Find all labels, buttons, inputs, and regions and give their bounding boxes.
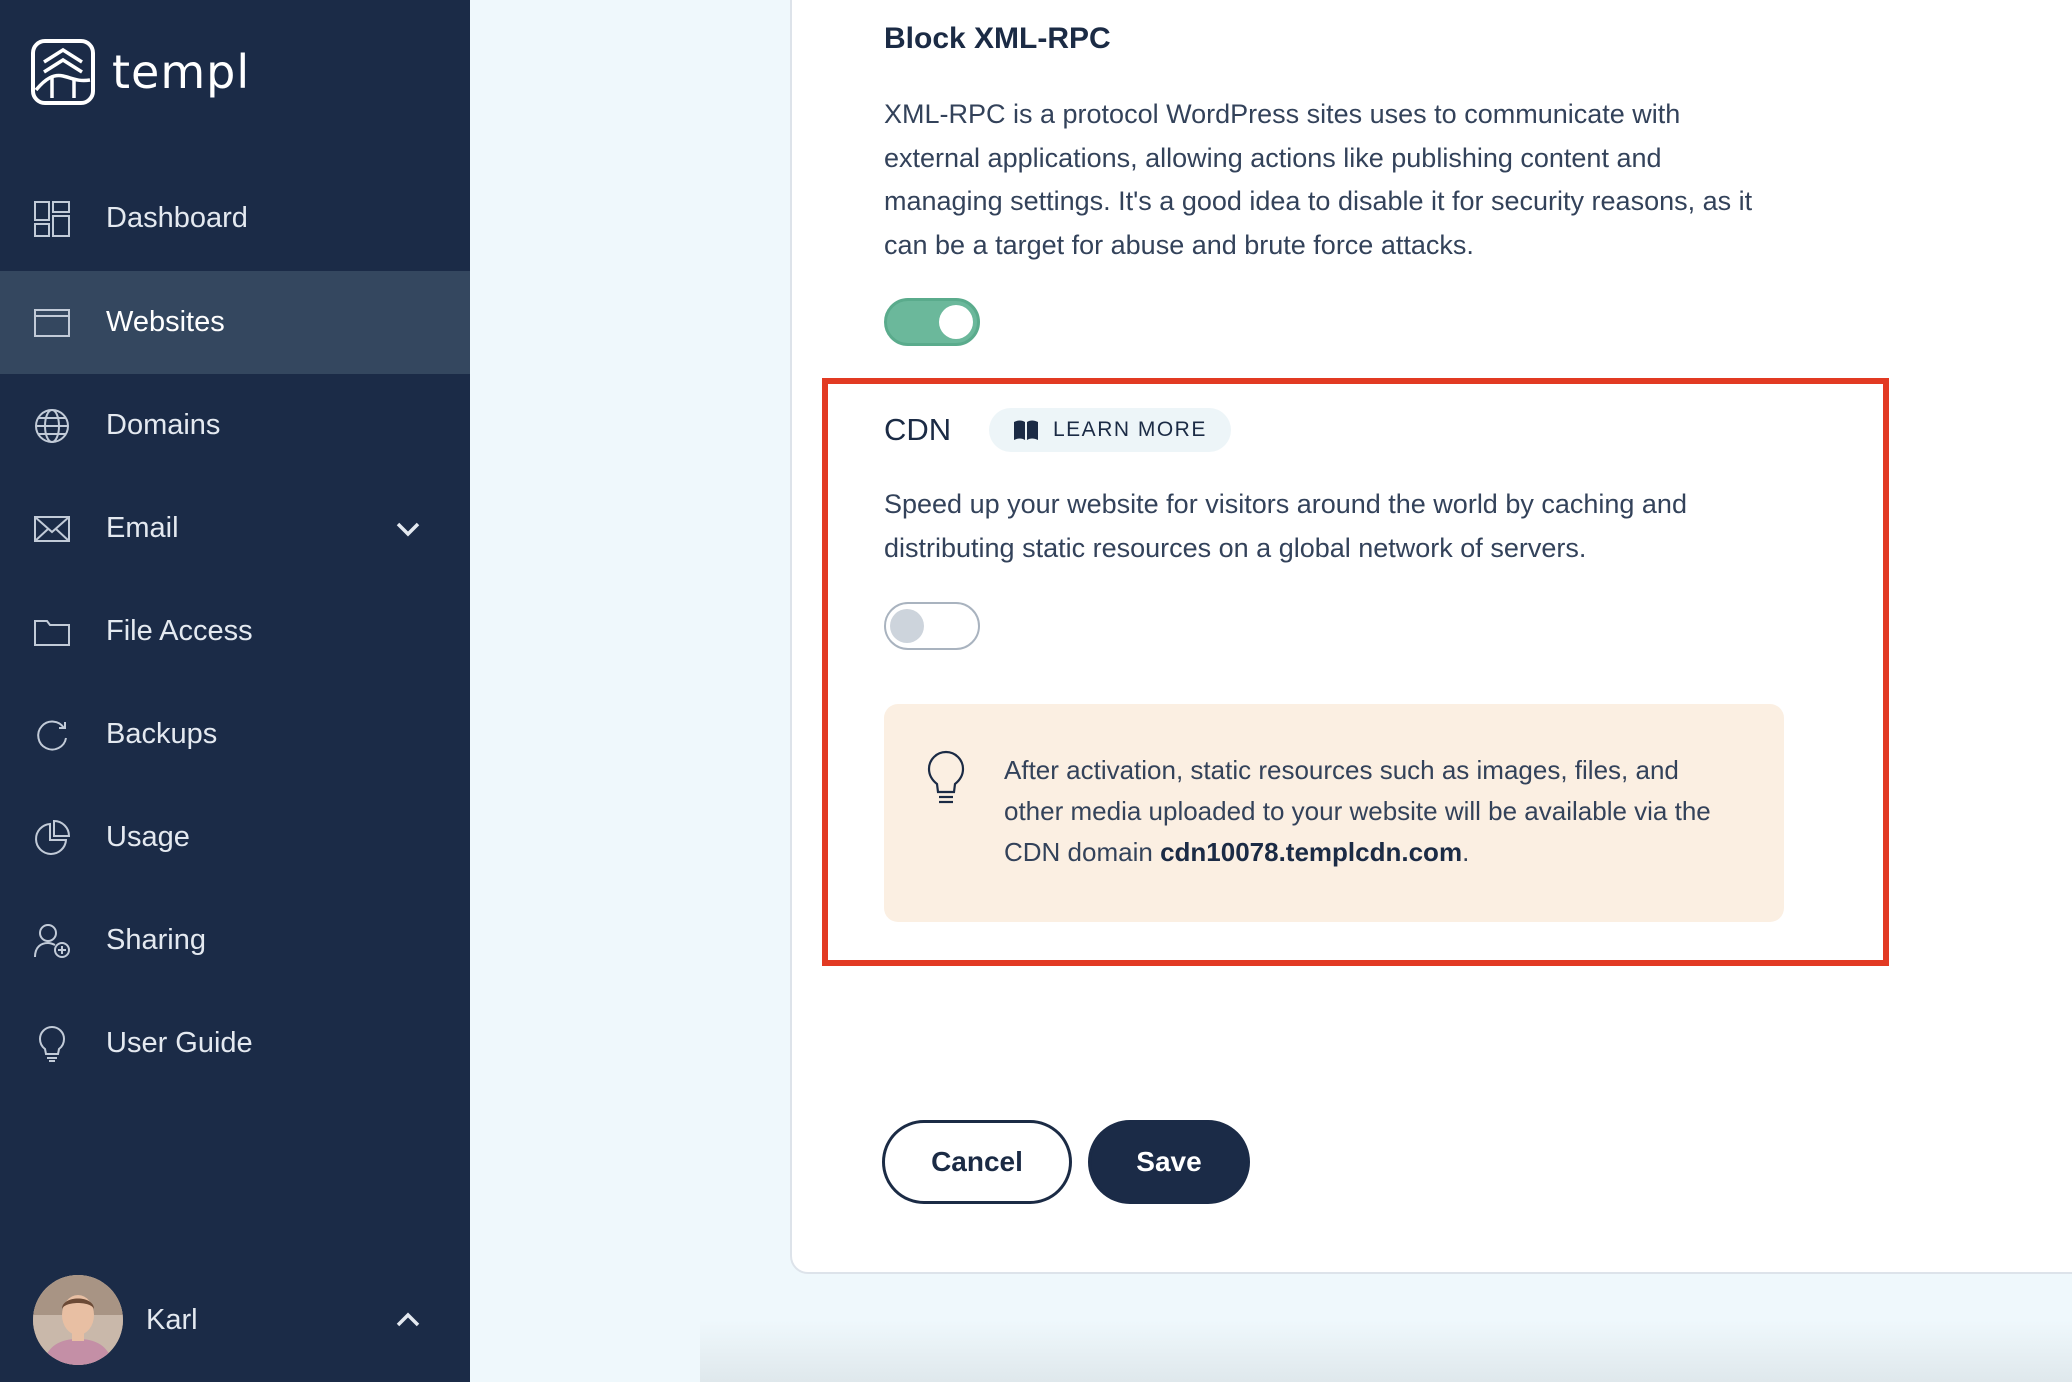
- cdn-info-text-after: .: [1462, 837, 1470, 867]
- save-button[interactable]: Save: [1088, 1120, 1250, 1204]
- chevron-down-icon[interactable]: [392, 513, 424, 545]
- cdn-toggle[interactable]: [884, 602, 980, 650]
- sidebar: templ Dashboard Websites Domains Email F…: [0, 0, 470, 1382]
- cdn-info-box: After activation, static resources such …: [884, 704, 1784, 922]
- toggle-knob: [890, 609, 924, 643]
- sidebar-item-sharing[interactable]: Sharing: [0, 889, 470, 992]
- sidebar-item-label: Websites: [106, 306, 225, 338]
- sidebar-item-websites[interactable]: Websites: [0, 271, 470, 374]
- sidebar-item-label: File Access: [106, 615, 253, 647]
- cdn-title: CDN: [884, 412, 952, 447]
- sidebar-item-label: Dashboard: [106, 202, 248, 234]
- avatar[interactable]: [33, 1275, 123, 1365]
- refresh-icon: [32, 715, 72, 755]
- sidebar-item-label: Usage: [106, 821, 190, 853]
- sidebar-item-email[interactable]: Email: [0, 477, 470, 580]
- dashboard-icon: [32, 199, 72, 239]
- user-menu[interactable]: Karl: [0, 1270, 470, 1370]
- cancel-button[interactable]: Cancel: [882, 1120, 1072, 1204]
- sidebar-item-label: Domains: [106, 409, 221, 441]
- user-add-icon: [32, 921, 72, 961]
- folder-icon: [32, 612, 72, 652]
- lightbulb-icon: [924, 750, 968, 806]
- envelope-icon: [32, 509, 72, 549]
- sidebar-item-label: User Guide: [106, 1027, 253, 1059]
- brand-name: templ: [112, 45, 251, 99]
- xmlrpc-title: Block XML-RPC: [884, 22, 1111, 55]
- brand-logo[interactable]: templ: [30, 38, 250, 106]
- user-name: Karl: [146, 1303, 198, 1336]
- browser-window-icon: [32, 303, 72, 343]
- toggle-knob: [939, 305, 973, 339]
- xmlrpc-toggle[interactable]: [884, 298, 980, 346]
- learn-more-label: LEARN MORE: [1053, 418, 1207, 441]
- globe-icon: [32, 406, 72, 446]
- sidebar-item-domains[interactable]: Domains: [0, 374, 470, 477]
- cdn-info-text: After activation, static resources such …: [1004, 750, 1724, 873]
- sidebar-item-label: Backups: [106, 718, 218, 750]
- pie-chart-icon: [32, 818, 72, 858]
- cdn-description: Speed up your website for visitors aroun…: [884, 489, 1687, 563]
- sidebar-item-file-access[interactable]: File Access: [0, 580, 470, 683]
- sidebar-item-usage[interactable]: Usage: [0, 786, 470, 889]
- book-icon: [1014, 420, 1038, 440]
- templ-logo-icon: [31, 39, 95, 105]
- chevron-up-icon[interactable]: [392, 1304, 424, 1336]
- cdn-domain: cdn10078.templcdn.com: [1160, 837, 1463, 867]
- sidebar-item-label: Email: [106, 512, 179, 544]
- sidebar-item-user-guide[interactable]: User Guide: [0, 992, 470, 1095]
- bottom-shadow: [700, 1320, 2072, 1382]
- sidebar-item-backups[interactable]: Backups: [0, 683, 470, 786]
- lightbulb-icon: [32, 1024, 72, 1064]
- sidebar-item-label: Sharing: [106, 924, 206, 956]
- learn-more-button[interactable]: LEARN MORE: [989, 408, 1231, 452]
- xmlrpc-description: XML-RPC is a protocol WordPress sites us…: [884, 99, 1753, 260]
- sidebar-item-dashboard[interactable]: Dashboard: [0, 167, 470, 270]
